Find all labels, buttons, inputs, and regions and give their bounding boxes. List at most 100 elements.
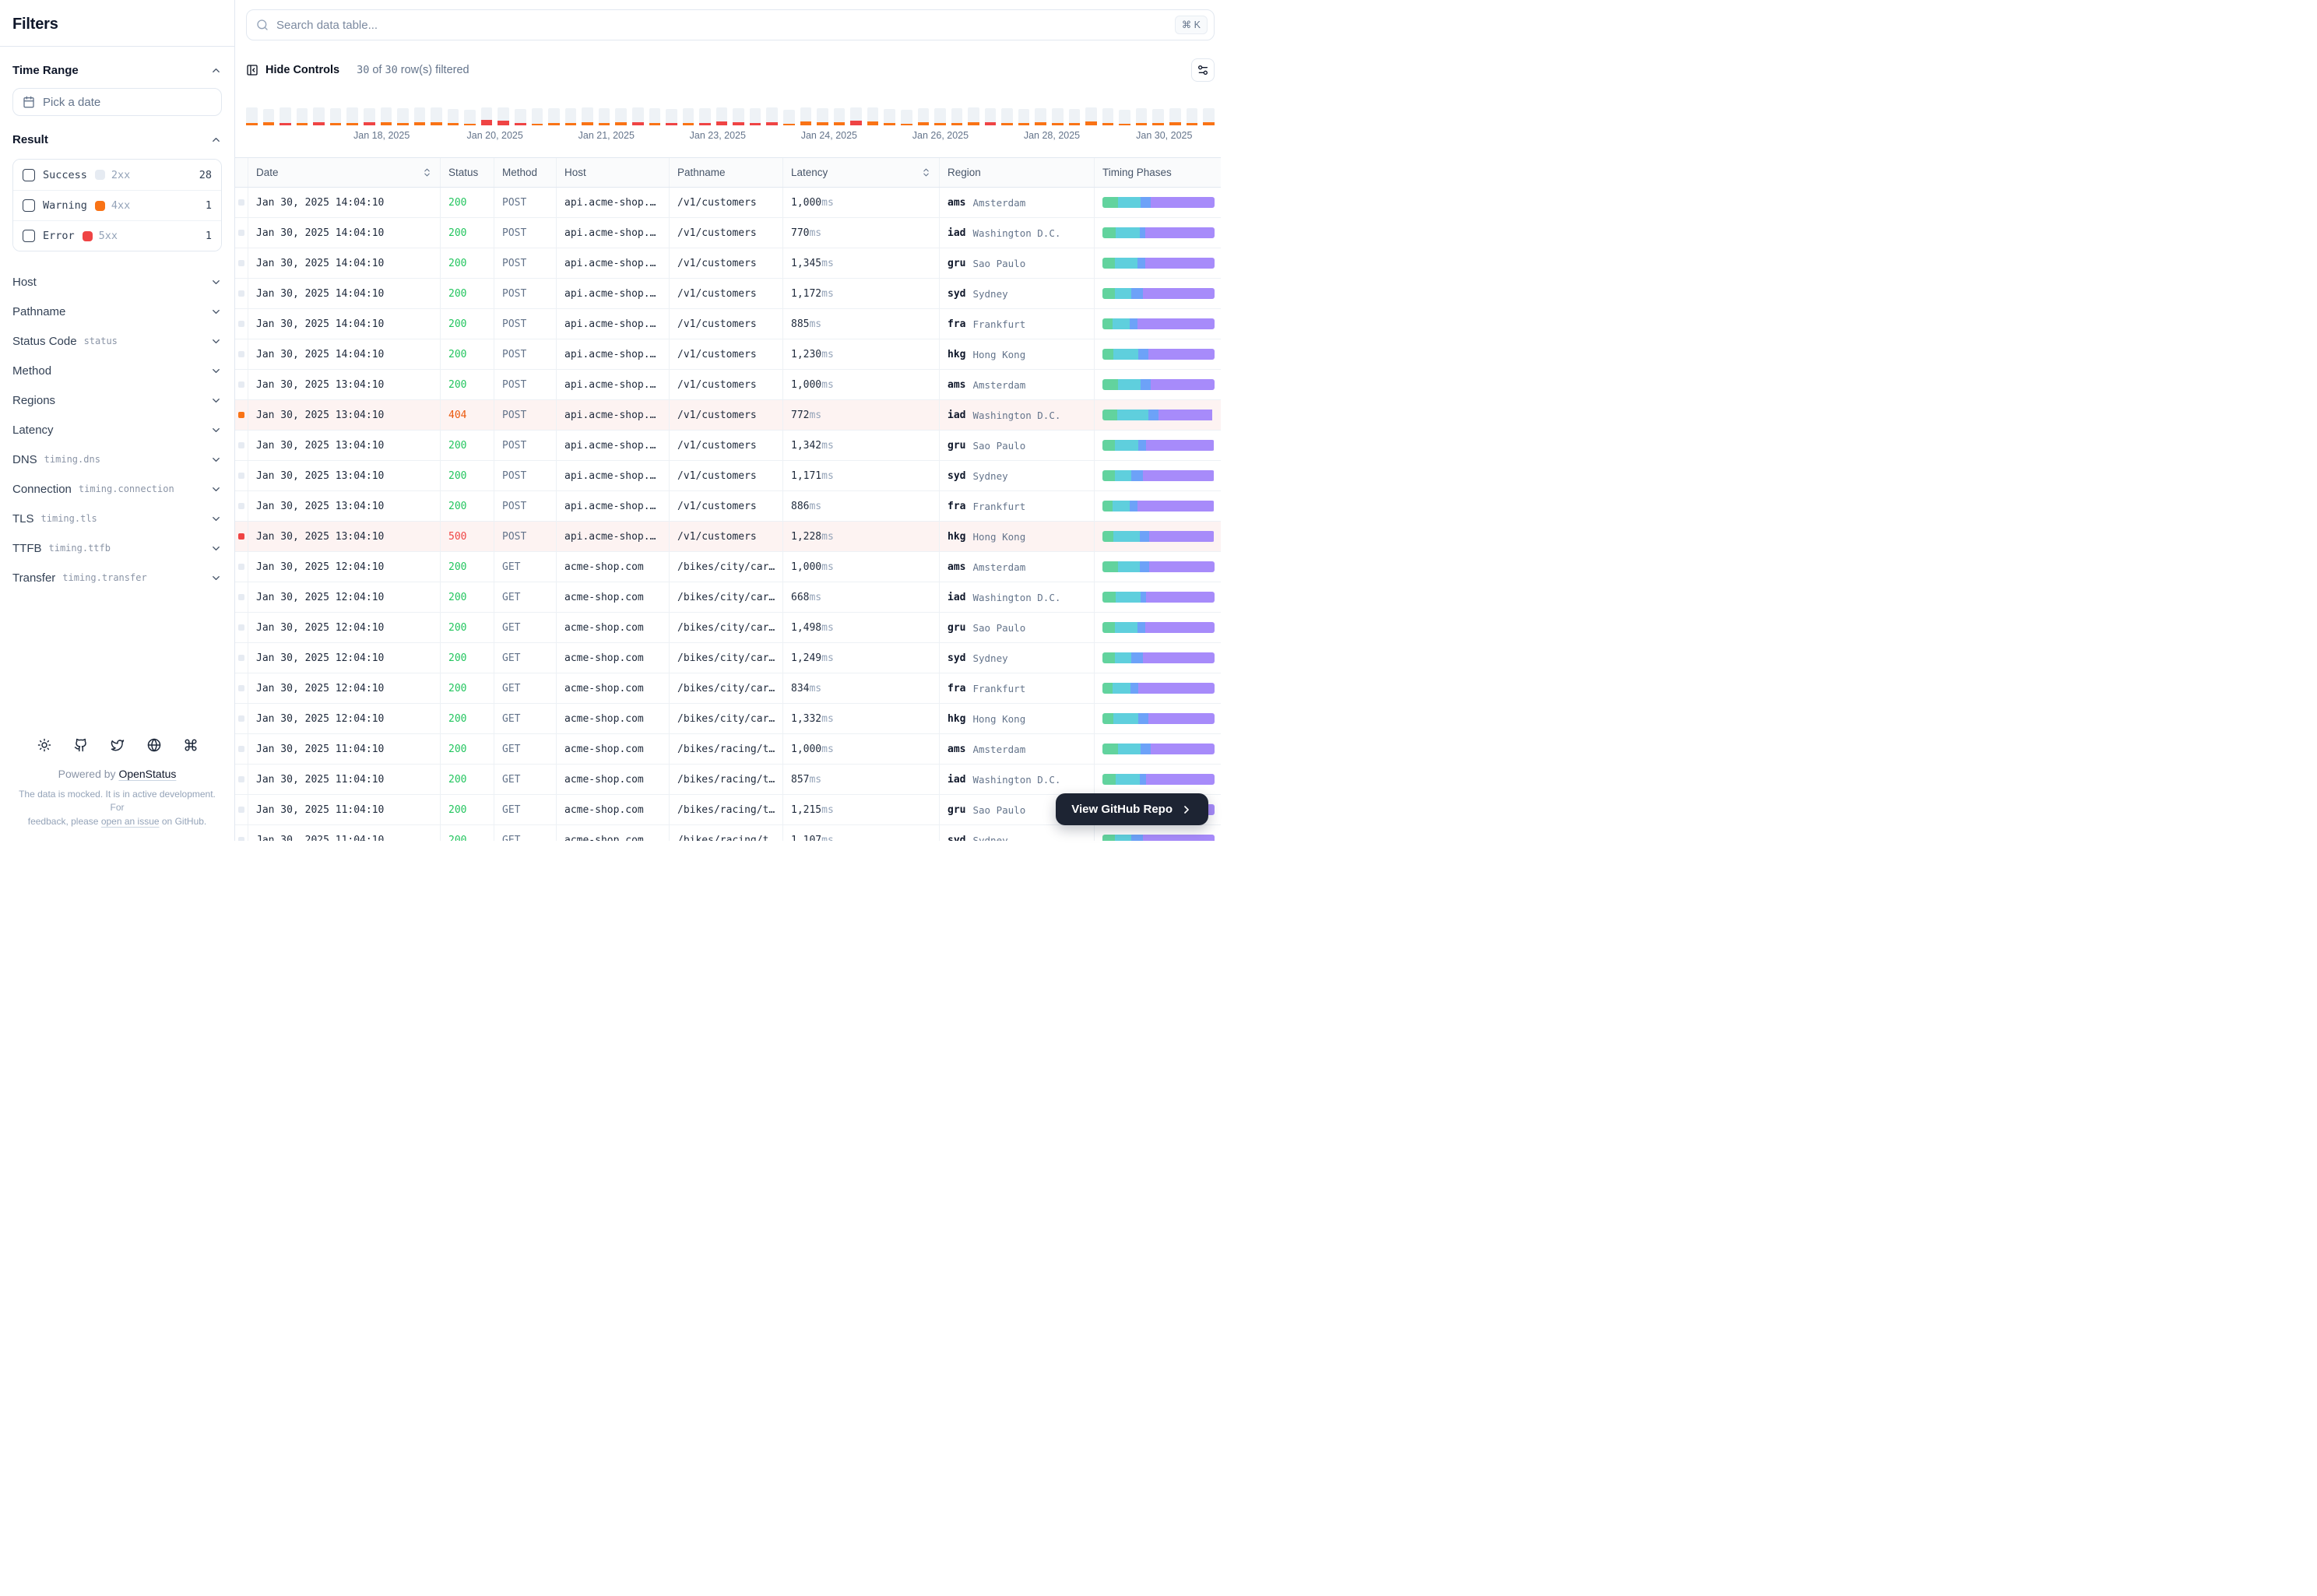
histogram-bar[interactable] [984,107,997,125]
row-select-cell[interactable] [235,248,248,278]
column-header[interactable]: Status [441,158,494,187]
row-select-cell[interactable] [235,552,248,582]
histogram-bar[interactable] [699,107,711,125]
table-row[interactable]: Jan 30, 2025 13:04:10 404 POST api.acme-… [235,400,1221,431]
result-filter-option[interactable]: Success 2xx 28 [13,160,221,190]
histogram-bar[interactable] [917,107,930,125]
table-row[interactable]: Jan 30, 2025 14:04:10 200 POST api.acme-… [235,248,1221,279]
histogram-bar[interactable] [867,107,879,125]
filter-accordion[interactable]: Host [12,267,222,297]
result-filter-option[interactable]: Warning 4xx 1 [13,190,221,220]
globe-icon[interactable] [147,738,161,752]
histogram-bar[interactable] [631,107,644,125]
histogram-bar[interactable] [329,107,342,125]
histogram-bar[interactable] [1203,107,1215,125]
histogram-bar[interactable] [464,107,476,125]
row-select-cell[interactable] [235,582,248,612]
row-select-cell[interactable] [235,431,248,460]
date-picker-button[interactable]: Pick a date [12,88,222,116]
filter-accordion[interactable]: Method [12,356,222,385]
filter-accordion[interactable]: Transfer timing.transfer [12,563,222,592]
table-row[interactable]: Jan 30, 2025 12:04:10 200 GET acme-shop.… [235,613,1221,643]
histogram-bar[interactable] [296,107,308,125]
checkbox[interactable] [23,168,35,181]
row-select-cell[interactable] [235,643,248,673]
table-row[interactable]: Jan 30, 2025 13:04:10 200 POST api.acme-… [235,491,1221,522]
histogram-bar[interactable] [564,107,577,125]
table-row[interactable]: Jan 30, 2025 12:04:10 200 GET acme-shop.… [235,552,1221,582]
histogram-bar[interactable] [480,107,493,125]
table-row[interactable]: Jan 30, 2025 13:04:10 200 POST api.acme-… [235,370,1221,400]
column-header[interactable]: Date [248,158,441,187]
histogram-bar[interactable] [346,107,358,125]
row-select-cell[interactable] [235,370,248,399]
github-icon[interactable] [74,738,88,752]
filter-accordion[interactable]: TTFB timing.ttfb [12,533,222,563]
histogram-bar[interactable] [397,107,409,125]
sort-chevrons-icon[interactable] [422,167,432,178]
view-options-button[interactable] [1191,58,1215,82]
table-row[interactable]: Jan 30, 2025 14:04:10 200 POST api.acme-… [235,309,1221,339]
openstatus-link[interactable]: OpenStatus [118,768,176,780]
histogram-bar[interactable] [666,107,677,125]
histogram-bar[interactable] [934,107,946,125]
open-issue-link[interactable]: open an issue [101,816,160,827]
table-row[interactable]: Jan 30, 2025 12:04:10 200 GET acme-shop.… [235,643,1221,673]
table-row[interactable]: Jan 30, 2025 11:04:10 200 GET acme-shop.… [235,765,1221,795]
sort-chevrons-icon[interactable] [921,167,931,178]
histogram-bar[interactable] [1119,107,1130,125]
view-github-repo-button[interactable]: View GitHub Repo [1056,793,1208,825]
row-select-cell[interactable] [235,309,248,339]
row-select-cell[interactable] [235,673,248,703]
histogram-bar[interactable] [733,107,744,125]
histogram-bar[interactable] [447,107,459,125]
histogram-bar[interactable] [900,107,912,125]
histogram-bar[interactable] [598,107,610,125]
histogram-bar[interactable] [262,107,275,125]
hide-controls-button[interactable]: Hide Controls [246,64,339,76]
histogram-bar[interactable] [884,107,895,125]
histogram-bar[interactable] [1169,107,1181,125]
command-icon[interactable] [184,738,198,752]
histogram-bar[interactable] [1102,107,1114,125]
table-row[interactable]: Jan 30, 2025 14:04:10 200 POST api.acme-… [235,339,1221,370]
table-row[interactable]: Jan 30, 2025 13:04:10 500 POST api.acme-… [235,522,1221,552]
row-select-cell[interactable] [235,218,248,248]
filter-accordion[interactable]: DNS timing.dns [12,445,222,474]
histogram-bar[interactable] [531,107,543,125]
filter-accordion[interactable]: Status Code status [12,326,222,356]
row-select-cell[interactable] [235,491,248,521]
histogram-bar[interactable] [363,107,375,125]
column-header[interactable]: Pathname [670,158,783,187]
checkbox[interactable] [23,199,35,212]
histogram-bar[interactable] [715,107,728,125]
histogram-bar[interactable] [951,107,963,125]
histogram-bar[interactable] [1152,107,1164,125]
table-row[interactable]: Jan 30, 2025 14:04:10 200 POST api.acme-… [235,279,1221,309]
table-row[interactable]: Jan 30, 2025 11:04:10 200 GET acme-shop.… [235,734,1221,765]
row-select-cell[interactable] [235,188,248,217]
row-select-cell[interactable] [235,704,248,733]
histogram-bar[interactable] [766,107,778,125]
histogram-bar[interactable] [649,107,661,125]
checkbox[interactable] [23,230,35,242]
histogram-bar[interactable] [413,107,426,125]
twitter-icon[interactable] [111,738,125,752]
histogram-bar[interactable] [582,107,593,125]
row-select-cell[interactable] [235,461,248,490]
column-header[interactable]: Latency [783,158,940,187]
row-select-cell[interactable] [235,400,248,430]
histogram-bar[interactable] [1001,107,1013,125]
column-header[interactable]: Method [494,158,557,187]
column-header[interactable]: Region [940,158,1095,187]
histogram-bar[interactable] [1186,107,1198,125]
histogram-bar[interactable] [1085,107,1097,125]
row-select-cell[interactable] [235,825,248,841]
histogram-bar[interactable] [515,107,526,125]
histogram-bar[interactable] [246,107,258,125]
result-section-toggle[interactable]: Result [12,133,222,146]
row-select-cell[interactable] [235,795,248,824]
histogram-bar[interactable] [380,107,392,125]
histogram-bar[interactable] [431,107,442,125]
time-range-section-toggle[interactable]: Time Range [12,64,222,77]
